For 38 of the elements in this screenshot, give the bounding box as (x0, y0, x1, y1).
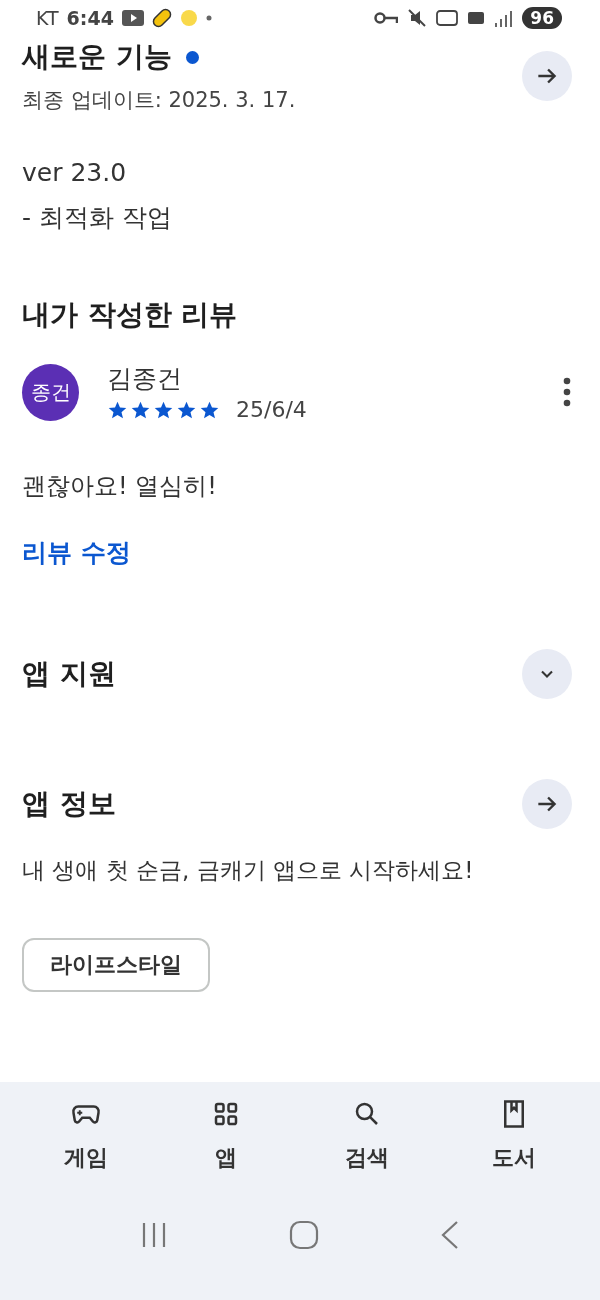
star-icon (107, 399, 128, 420)
review-text: 괜찮아요! 열심히! (22, 471, 218, 502)
clock: 6:44 (66, 7, 114, 29)
battery-level: 96 (522, 7, 562, 29)
open-button[interactable] (522, 779, 572, 829)
nav-tab[interactable]: 검색 (330, 1093, 403, 1179)
section-title: 앱 정보 (22, 786, 116, 822)
reviewer-name: 김종건 (107, 363, 183, 395)
update-date: 최종 업데이트: 2025. 3. 17. (22, 87, 296, 114)
category-chip[interactable]: 라이프스타일 (22, 938, 210, 992)
release-note: - 최적화 작업 (22, 202, 173, 234)
signal-icon (494, 9, 513, 27)
nav-tab[interactable]: 도서 (478, 1093, 551, 1179)
key-icon (374, 12, 399, 24)
star-icon (199, 399, 220, 420)
app-description: 내 생애 첫 순금, 금캐기 앱으로 시작하세요! (22, 856, 475, 885)
open-button[interactable] (522, 51, 572, 101)
back-icon[interactable] (439, 1220, 460, 1250)
edit-review-link[interactable]: 리뷰 수정 (22, 536, 572, 569)
sun-icon (179, 9, 198, 27)
play-icon (121, 10, 144, 26)
section-title: 새로운 기능 (22, 39, 172, 75)
star-icon (176, 399, 197, 420)
avatar: 종건 (22, 363, 79, 421)
review-date: 25/6/4 (236, 397, 307, 422)
nav-tab[interactable]: 게임 (49, 1093, 122, 1179)
nav-tab[interactable]: 앱 (197, 1093, 256, 1179)
mute-icon (408, 9, 427, 27)
more-icon[interactable] (562, 377, 572, 407)
pill-icon (151, 8, 172, 28)
carrier: KT (36, 7, 59, 29)
home-icon[interactable] (289, 1220, 319, 1250)
release-note: ver 23.0 (22, 158, 128, 187)
section-title: 내가 작성한 리뷰 (22, 297, 238, 333)
dot-icon (205, 15, 212, 21)
star-icon (153, 399, 174, 420)
star-icon (130, 399, 151, 420)
section-title: 앱 지원 (22, 656, 116, 692)
